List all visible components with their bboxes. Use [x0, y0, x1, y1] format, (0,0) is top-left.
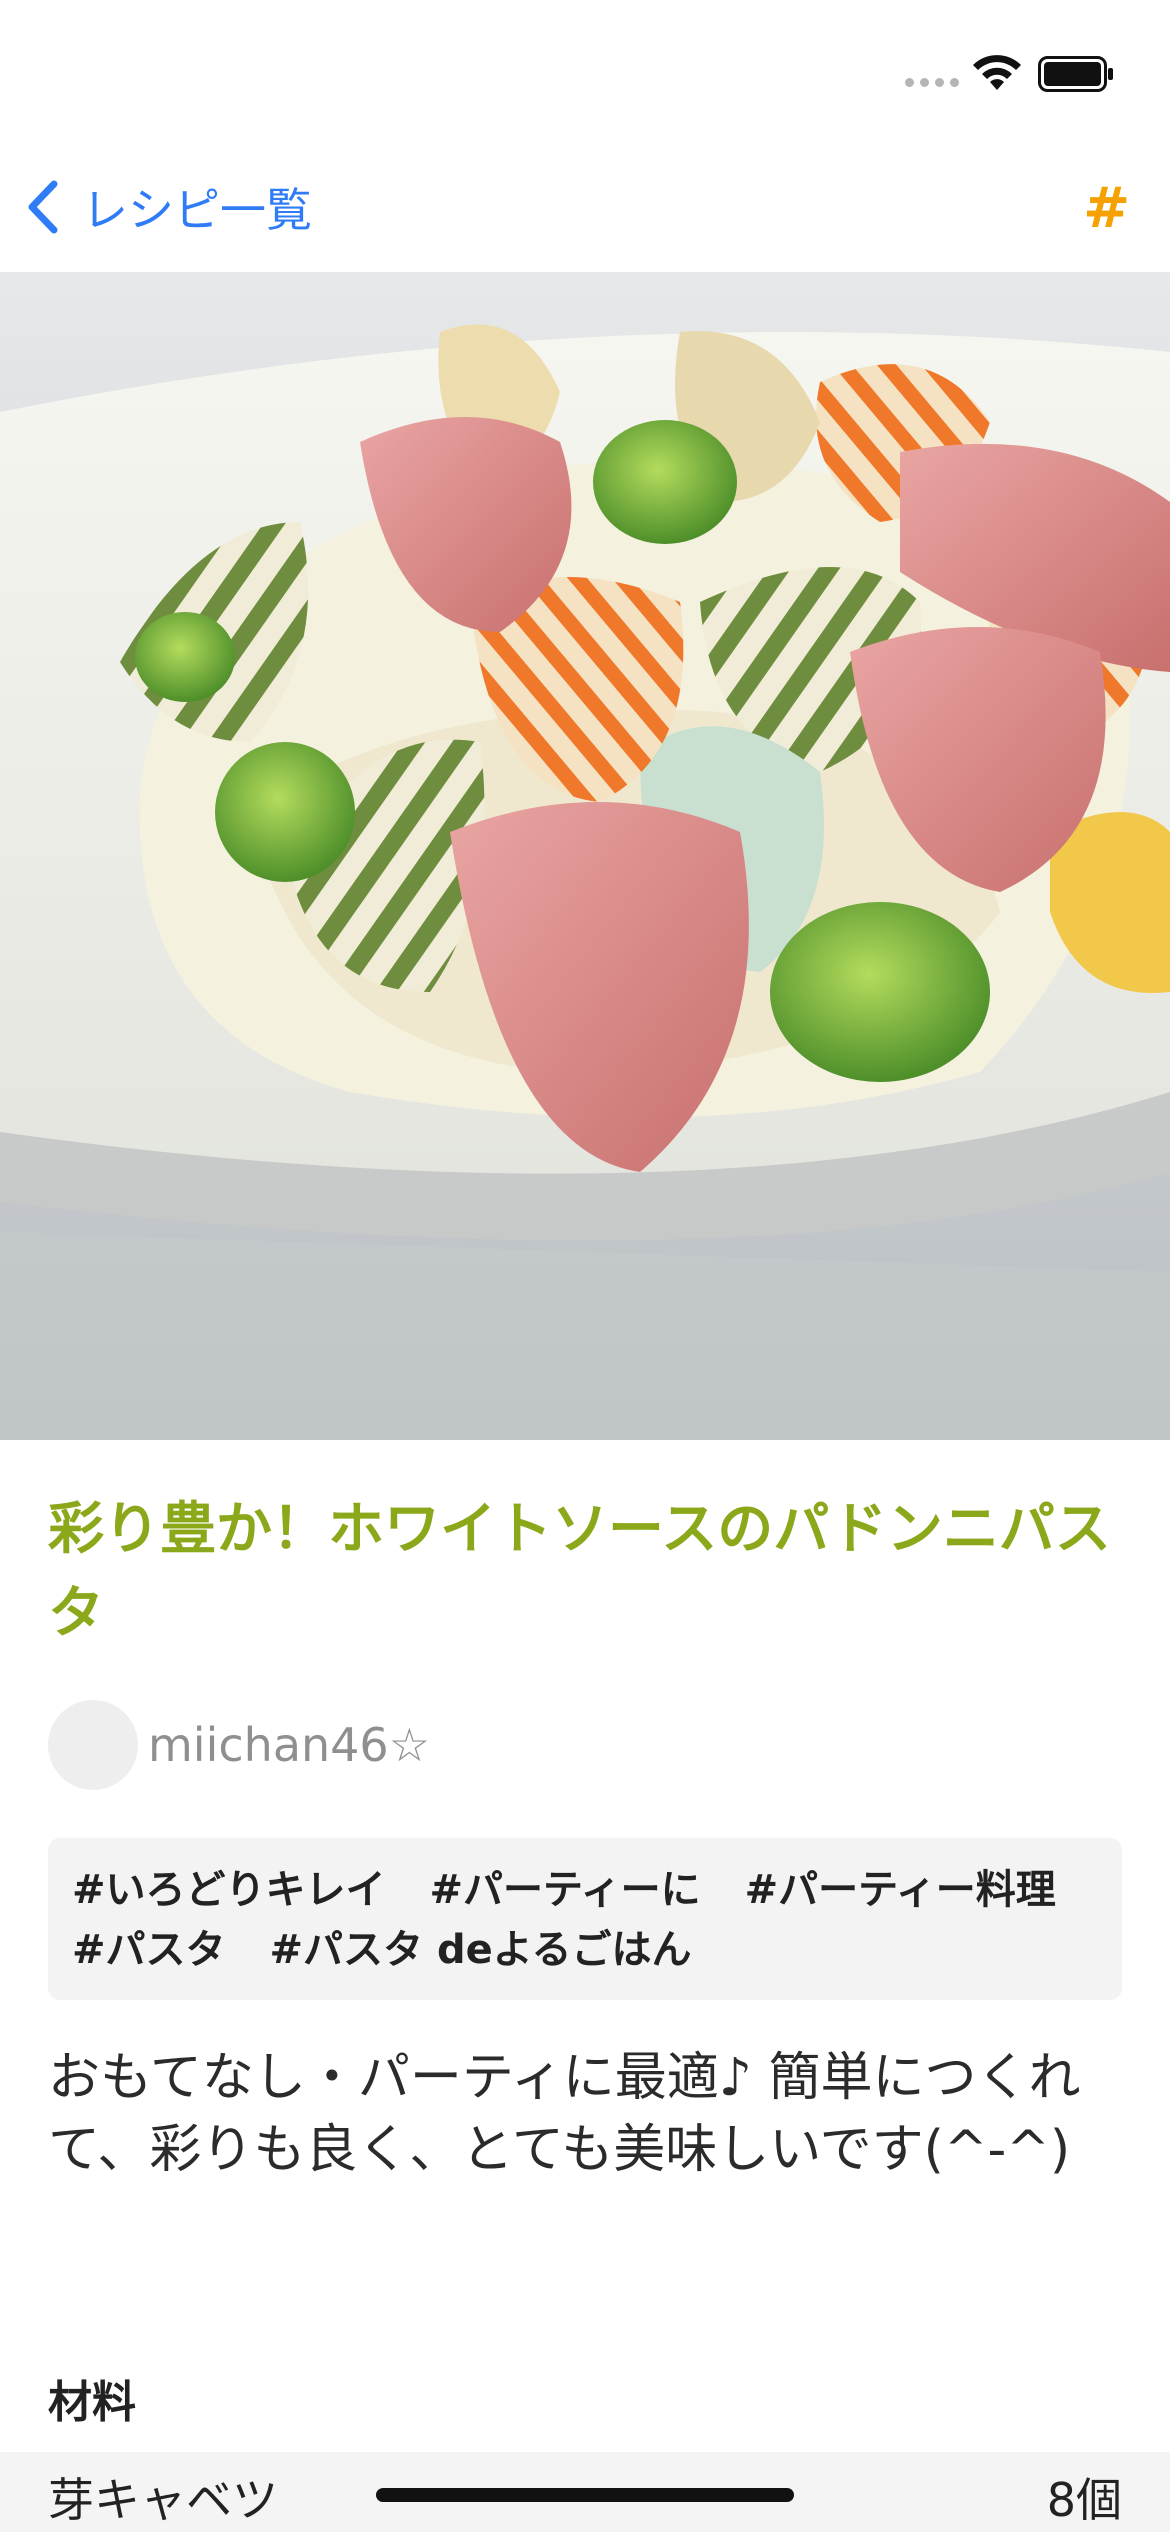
author-info[interactable]: miichan46☆ — [48, 1700, 430, 1790]
tag[interactable]: #パーティー料理 — [745, 1860, 1056, 1920]
author-name[interactable]: miichan46☆ — [148, 1718, 430, 1772]
chevron-left-icon — [28, 180, 58, 234]
tag[interactable]: #パスタ — [72, 1920, 226, 1980]
status-bar — [0, 0, 1170, 150]
hashtag-button[interactable]: # — [1083, 176, 1130, 241]
battery-icon — [1038, 56, 1113, 92]
tags-box: #いろどりキレイ #パーティーに #パーティー料理 #パスタ #パスタ deよる… — [48, 1838, 1122, 2000]
recipe-photo — [0, 272, 1170, 1440]
navigation-bar: レシピ一覧 # — [0, 150, 1170, 272]
tag[interactable]: #パスタ deよるごはん — [270, 1920, 692, 1980]
tag[interactable]: #パーティーに — [430, 1860, 701, 1920]
tags-row: #パスタ #パスタ deよるごはん — [72, 1920, 1098, 1980]
recipe-title: 彩り豊か！ホワイトソースのパドンニパスタ — [48, 1497, 1111, 1646]
ingredient-name: 芽キャベツ — [48, 2473, 278, 2527]
recipe-description: おもてなし・パーティに最適♪ 簡単につくれて、彩りも良く、とても美味しいです(^… — [48, 2048, 1081, 2180]
wifi-icon — [973, 55, 1021, 90]
tag[interactable]: #いろどりキレイ — [72, 1860, 386, 1920]
home-indicator[interactable] — [376, 2488, 794, 2502]
back-button[interactable]: レシピ一覧 — [24, 172, 312, 242]
signal-dots-icon — [905, 78, 959, 87]
avatar[interactable] — [48, 1700, 138, 1790]
ingredients-heading: 材料 — [48, 2377, 136, 2428]
ingredient-quantity: 8個 — [1046, 2473, 1122, 2527]
back-button-label: レシピ一覧 — [82, 183, 312, 237]
tags-row: #いろどりキレイ #パーティーに #パーティー料理 — [72, 1860, 1098, 1920]
